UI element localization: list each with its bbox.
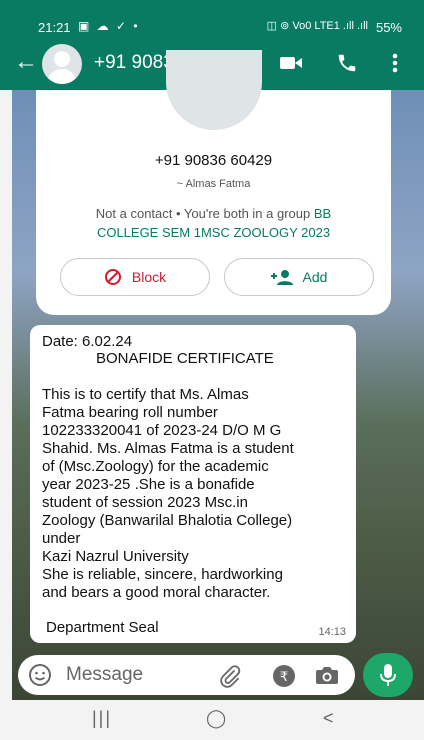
phone-icon[interactable] — [334, 50, 360, 76]
contact-alias: ~ Almas Fatma — [176, 178, 251, 190]
message-line: Fatma bearing roll number — [42, 404, 218, 421]
contact-info-card: +91 90836 60429 ~ Almas Fatma Not a cont… — [36, 50, 391, 315]
message-line: Date: 6.02.24 — [42, 333, 133, 350]
video-call-icon[interactable] — [278, 50, 304, 76]
system-navbar: ||| ◯ < — [0, 700, 424, 740]
message-input-bar[interactable]: Message ₹ — [18, 655, 355, 695]
message-line: and bears a good moral character. — [42, 584, 271, 601]
status-bar: 21:21 ▣ ☁ ✓ • ◫ ⊚ Vo0 LTE1 .ıll .ıll 55% — [0, 0, 424, 38]
back-arrow-icon[interactable]: ← — [14, 50, 38, 74]
message-line: year 2023-25 .She is a bonafide — [42, 476, 255, 493]
group-note-text: Not a contact • You're both in a group — [95, 206, 314, 221]
battery-indicator: 55% — [375, 20, 402, 35]
group-note: Not a contact • You're both in a group B… — [56, 204, 371, 242]
message-line: Shahid. Ms. Almas Fatma is a student — [42, 440, 294, 457]
message-input[interactable]: Message — [66, 664, 143, 686]
home-icon[interactable]: ◯ — [206, 708, 226, 729]
microphone-icon — [380, 664, 396, 686]
contact-number: +91 90836 60429 — [154, 152, 273, 169]
add-person-icon — [270, 270, 293, 285]
add-contact-button[interactable]: Add — [224, 258, 374, 296]
message-line: This is to certify that Ms. Almas — [42, 386, 249, 403]
status-time: 21:21 — [38, 20, 71, 35]
notification-icons: ▣ ☁ ✓ • — [78, 19, 140, 33]
add-label: Add — [302, 269, 328, 285]
message-line: student of session 2023 Msc.in — [42, 494, 248, 511]
message-line: Kazi Nazrul University — [42, 548, 189, 565]
recent-apps-icon[interactable]: ||| — [92, 708, 112, 729]
message-line: Department Seal — [46, 619, 159, 636]
avatar[interactable] — [42, 44, 82, 84]
group-name-line2[interactable]: COLLEGE SEM 1MSC ZOOLOGY 2023 — [97, 225, 330, 240]
signal-icons: ◫ ⊚ Vo0 LTE1 .ıll .ıll — [266, 20, 368, 32]
message-line: of (Msc.Zoology) for the academic — [42, 458, 269, 475]
group-name-line1[interactable]: BB — [314, 206, 331, 221]
voice-message-button[interactable] — [363, 653, 413, 697]
message-line: She is reliable, sincere, hardworking — [42, 566, 283, 583]
block-icon — [104, 269, 121, 285]
block-button[interactable]: Block — [60, 258, 210, 296]
back-icon[interactable]: < — [323, 708, 334, 729]
payment-icon[interactable]: ₹ — [272, 664, 296, 693]
contact-avatar — [166, 50, 262, 130]
message-line: BONAFIDE CERTIFICATE — [96, 350, 274, 367]
camera-icon[interactable] — [315, 664, 339, 691]
message-bubble[interactable]: Date: 6.02.24 BONAFIDE CERTIFICATE This … — [30, 325, 356, 643]
message-line: 102233320041 of 2023-24 D/O M G — [42, 422, 282, 439]
message-line: under — [42, 530, 81, 547]
message-time: 14:13 — [318, 626, 346, 638]
message-line: Zoology (Banwarilal Bhalotia College) — [42, 512, 293, 529]
block-label: Block — [131, 269, 167, 285]
emoji-icon[interactable] — [28, 663, 52, 692]
svg-text:₹: ₹ — [280, 670, 288, 685]
attach-icon[interactable] — [218, 664, 242, 693]
menu-icon[interactable] — [382, 50, 408, 76]
